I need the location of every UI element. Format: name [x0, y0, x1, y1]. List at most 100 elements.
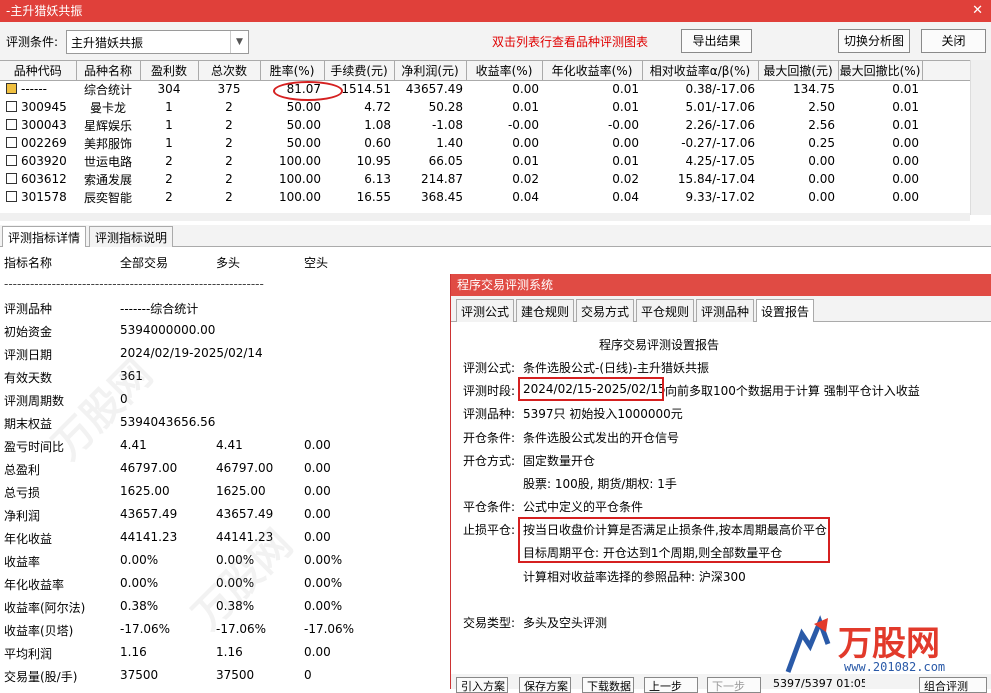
save-button[interactable]: 保存方案	[519, 677, 571, 693]
detail-v1: 37500	[120, 668, 159, 682]
close-icon[interactable]: ✕	[972, 0, 983, 22]
table-cell: 4.72	[364, 100, 391, 114]
table-cell: 2	[225, 172, 233, 186]
col-header[interactable]: 年化收益率(%)	[542, 61, 643, 81]
table-row[interactable]: 603612 索通发展 2 2 100.00 6.13 214.87 0.02 0.02 15.8…	[0, 170, 970, 188]
table-cell: 0.04	[512, 190, 539, 204]
table-cell: -1.08	[431, 118, 463, 132]
close-cond-value: 公式中定义的平仓条件	[523, 500, 644, 514]
table-cell: 304	[157, 82, 181, 97]
detail-v2: 43657.49	[216, 507, 274, 521]
table-cell: 2.26/-17.06	[685, 118, 755, 132]
detail-v1: 0.00%	[120, 576, 159, 590]
detail-v3: 0.00	[304, 645, 331, 659]
detail-v3: 0.00	[304, 530, 331, 544]
formula-label: 评测公式:	[463, 361, 516, 375]
vertical-scrollbar[interactable]	[970, 60, 991, 215]
import-button[interactable]: 引入方案	[456, 677, 508, 693]
tab-report[interactable]: 设置报告	[756, 299, 815, 322]
table-cell: 1	[165, 100, 173, 114]
open-cond-value: 条件选股公式发出的开仓信号	[523, 431, 680, 445]
cell-code-text: 603920	[21, 154, 67, 168]
export-button[interactable]: 导出结果	[681, 29, 752, 53]
results-table: 品种代码 品种名称 盈利数 总次数 胜率(%) 手续费(元) 净利润(元) 收益…	[0, 60, 991, 215]
open-mode-value: 固定数量开仓	[523, 454, 596, 468]
col-header[interactable]: 收益率(%)	[466, 61, 543, 81]
download-button[interactable]: 下载数据	[582, 677, 634, 693]
table-row[interactable]: 300043 星辉娱乐 1 2 50.00 1.08 -1.08 -0.00 -0.00 2.26…	[0, 116, 970, 134]
tab-trade-mode[interactable]: 交易方式	[576, 299, 635, 322]
detail-v1: 1.16	[120, 645, 147, 659]
close-button[interactable]: 关闭	[921, 29, 986, 53]
switch-chart-button[interactable]: 切换分析图	[838, 29, 910, 53]
condition-label: 评测条件:	[6, 35, 59, 49]
table-cell: 0.00	[612, 136, 639, 150]
col-header[interactable]: 胜率(%)	[260, 61, 325, 81]
detail-label: 评测周期数	[4, 394, 65, 408]
col-header[interactable]: 相对收益率α/β(%)	[642, 61, 759, 81]
stop-label: 止损平仓:	[463, 523, 516, 537]
cell-name: 美邦服饰	[83, 136, 132, 151]
detail-v3: 0.00	[304, 461, 331, 475]
next-button[interactable]: 下一步	[707, 677, 761, 693]
tab-detail[interactable]: 评测指标详情	[2, 226, 87, 247]
col-header[interactable]: 盈利数	[140, 61, 199, 81]
prev-button[interactable]: 上一步	[644, 677, 698, 693]
table-cell: 0.02	[612, 172, 639, 186]
head-name: 指标名称	[4, 256, 53, 270]
detail-v1: 46797.00	[120, 461, 178, 475]
detail-v2: 4.41	[216, 438, 243, 452]
table-row[interactable]: 300945 曼卡龙 1 2 50.00 4.72 50.28 0.01 0.01 5.01/-1…	[0, 98, 970, 116]
file-icon	[6, 173, 17, 184]
brand-logo: 万股网 www.201082.com	[780, 612, 991, 682]
col-header[interactable]: 最大回撤(元)	[758, 61, 839, 81]
detail-v3: 0.00%	[304, 553, 343, 567]
detail-v3: 0.00	[304, 507, 331, 521]
tab-formula[interactable]: 评测公式	[456, 299, 515, 322]
chevron-down-icon[interactable]: ▼	[230, 31, 248, 53]
detail-v2: 1625.00	[216, 484, 266, 498]
detail-v2: 0.00%	[216, 576, 255, 590]
tab-product[interactable]: 评测品种	[696, 299, 755, 322]
tab-build-rule[interactable]: 建仓规则	[516, 299, 575, 322]
detail-v1: 1625.00	[120, 484, 170, 498]
table-row[interactable]: 002269 美邦服饰 1 2 50.00 0.60 1.40 0.00 0.00 -0.27/-…	[0, 134, 970, 152]
table-row[interactable]: 603920 世运电路 2 2 100.00 10.95 66.05 0.01 0.01 4.25…	[0, 152, 970, 170]
horizontal-scrollbar[interactable]	[0, 213, 970, 221]
table-cell: 0.00	[512, 82, 539, 97]
table-cell: -0.00	[607, 118, 639, 132]
detail-v1: 43657.49	[120, 507, 178, 521]
condition-select[interactable]: 主升猎妖共振 ▼	[66, 30, 249, 54]
table-row[interactable]: 301578 辰奕智能 2 2 100.00 16.55 368.45 0.04 0.04 9.3…	[0, 188, 970, 206]
dialog-tabs: 评测公式 建仓规则 交易方式 平仓规则 评测品种 设置报告	[451, 296, 991, 322]
tab-close-rule[interactable]: 平仓规则	[636, 299, 695, 322]
detail-v1: -------综合统计	[120, 302, 199, 316]
table-cell: -0.00	[507, 118, 539, 132]
table-row[interactable]: ------ 综合统计 304 375 81.07 1514.51 43657.49 0.00…	[0, 80, 970, 98]
table-cell: 0.00	[512, 136, 539, 150]
table-cell: 0.00	[892, 190, 919, 204]
cell-name: 星辉娱乐	[83, 118, 132, 133]
col-header[interactable]: 最大回撤比(%)	[838, 61, 923, 81]
col-header[interactable]: 净利润(元)	[394, 61, 467, 81]
detail-v1: 2024/02/19-2025/02/14	[120, 346, 263, 360]
cell-name: 索通发展	[83, 172, 132, 187]
table-cell: 0.01	[612, 82, 639, 97]
head-long: 多头	[216, 256, 241, 270]
tab-explanation[interactable]: 评测指标说明	[89, 226, 174, 247]
col-header[interactable]: 品种名称	[76, 61, 141, 81]
col-header[interactable]: 手续费(元)	[324, 61, 395, 81]
table-cell: 2.50	[808, 100, 835, 114]
detail-label: 初始资金	[4, 325, 53, 339]
window-title: -主升猎妖共振	[6, 4, 83, 18]
trade-type-label: 交易类型:	[463, 616, 516, 630]
cell-name: 世运电路	[83, 154, 132, 169]
col-header[interactable]: 总次数	[198, 61, 261, 81]
col-header[interactable]: 品种代码	[0, 61, 77, 81]
table-cell: 0.60	[364, 136, 391, 150]
detail-v1: 5394043656.56	[120, 415, 216, 429]
detail-label: 有效天数	[4, 371, 53, 385]
table-cell: 0.01	[512, 154, 539, 168]
table-cell: 100.00	[279, 154, 321, 168]
detail-label: 评测日期	[4, 348, 53, 362]
